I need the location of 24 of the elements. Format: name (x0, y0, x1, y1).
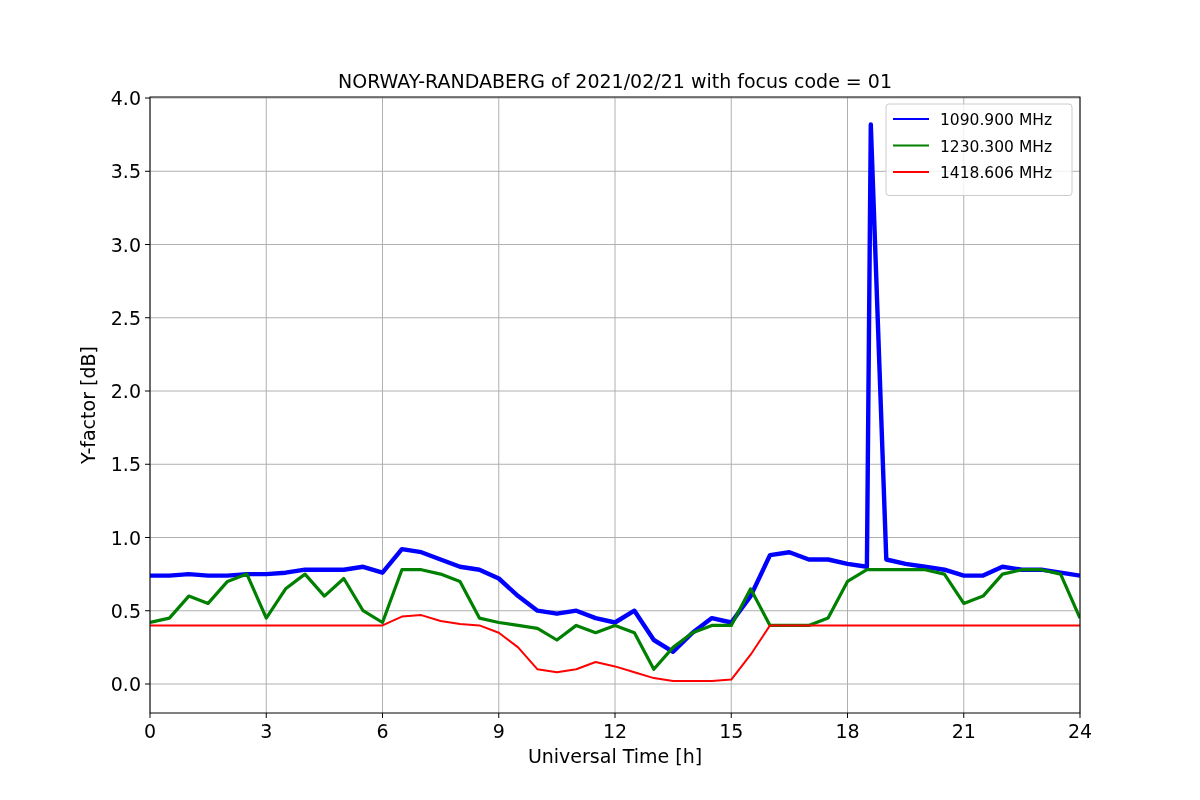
y-tick-label: 2.0 (110, 380, 141, 402)
x-tick-label: 15 (719, 720, 744, 742)
x-tick-label: 0 (143, 720, 157, 742)
y-axis-label: Y-factor [dB] (77, 346, 99, 464)
x-tick-label: 9 (492, 720, 505, 742)
x-axis-label: Universal Time [h] (527, 745, 703, 767)
x-tick-label: 3 (260, 720, 273, 742)
y-tick-label: 3.0 (110, 233, 141, 256)
legend-label: 1230.300 MHz (940, 137, 1053, 156)
x-tick-label: 12 (602, 720, 628, 742)
legend-label: 1418.606 MHz (940, 164, 1053, 182)
x-tick-label: 24 (1067, 720, 1093, 742)
chart-title: NORWAY-RANDABERG of 2021/02/21 with focus code = 01 (338, 70, 892, 92)
y-tick-label: 4.0 (110, 87, 141, 110)
y-tick-label: 0.0 (110, 673, 141, 695)
x-tick-label: 6 (376, 720, 389, 742)
y-tick-label: 1.5 (110, 453, 141, 476)
legend-label: 1090.900 MHz (940, 111, 1053, 129)
x-tick-label: 21 (951, 720, 976, 742)
y-tick-label: 1.0 (110, 526, 141, 549)
y-tick-label: 3.5 (110, 160, 141, 183)
x-tick-label: 18 (835, 720, 860, 742)
y-tick-label: 2.5 (110, 306, 141, 329)
y-tick-label: 0.5 (110, 599, 141, 622)
